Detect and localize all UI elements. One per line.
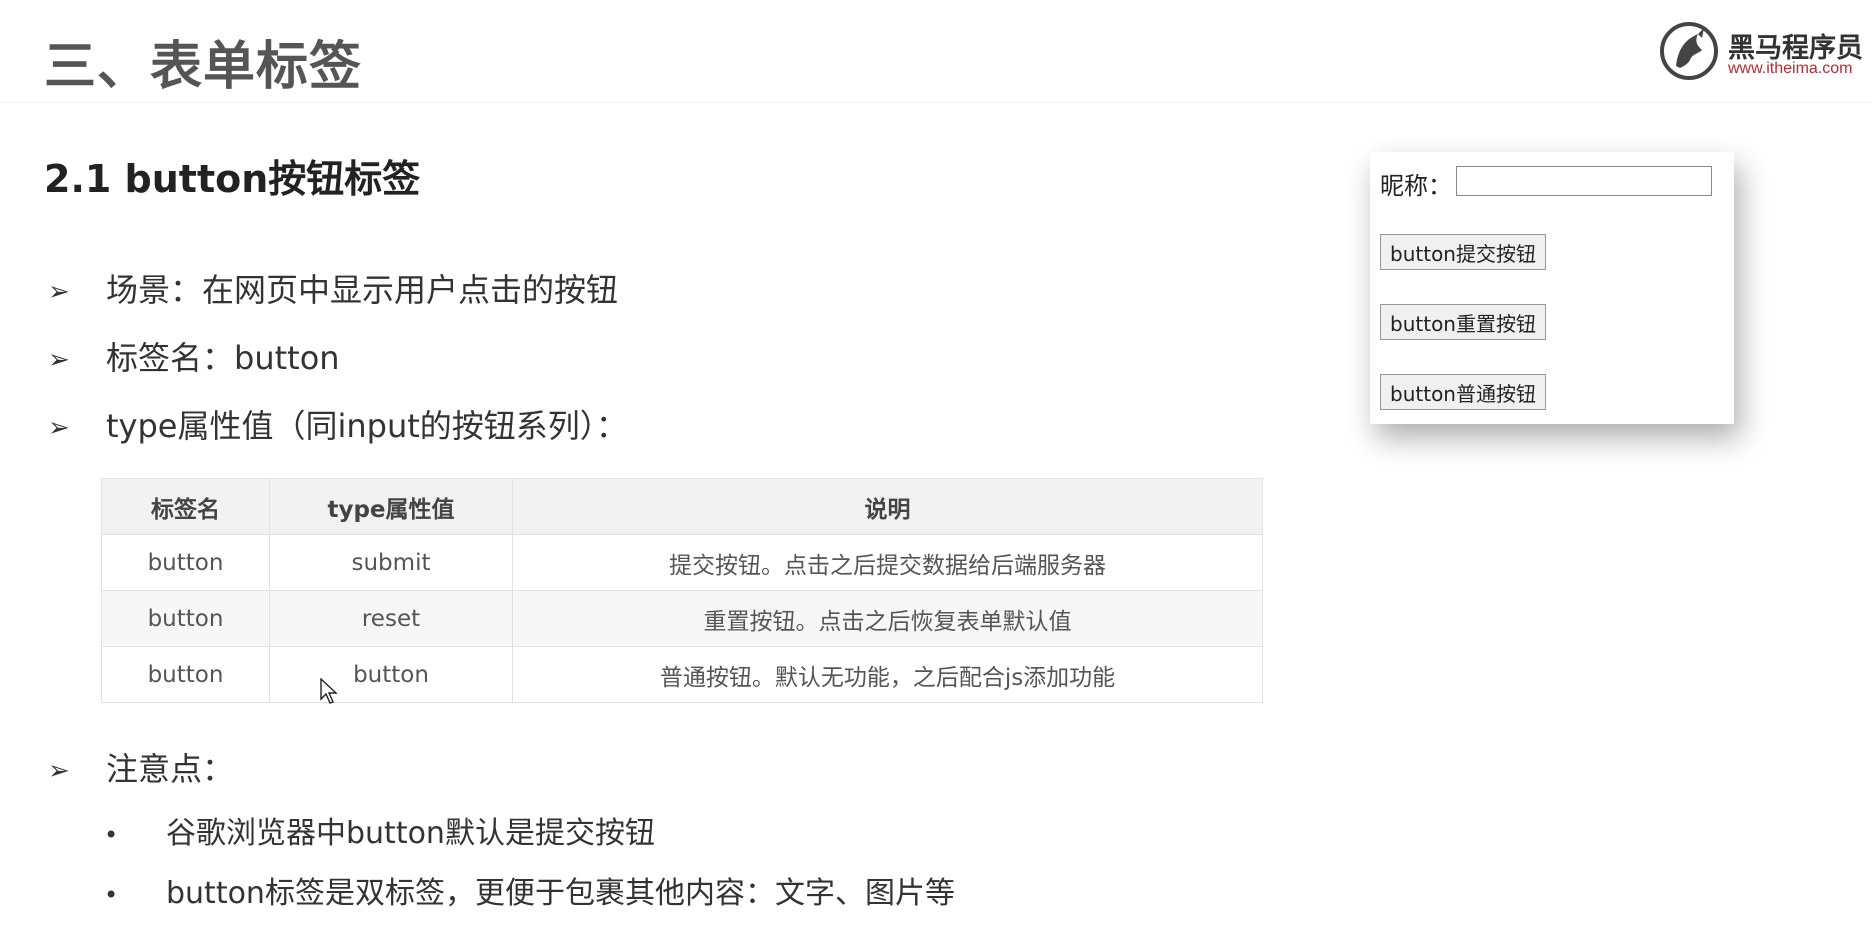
normal-button[interactable]: button普通按钮 (1380, 374, 1546, 410)
table-row: button submit 提交按钮。点击之后提交数据给后端服务器 (101, 534, 1263, 591)
bullet-item: ➢ 注意点： (48, 744, 234, 790)
page-title: 三、表单标签 (44, 37, 363, 97)
header-cell: type属性值 (269, 478, 513, 535)
logo-url: www.itheima.com (1728, 60, 1853, 77)
table-header-row: 标签名 type属性值 说明 (101, 478, 1263, 535)
header-cell: 标签名 (101, 478, 270, 535)
slide-header: 三、表单标签 黑马程序员 www.itheima.com (0, 0, 1872, 103)
bullet-item: ➢ 场景：在网页中显示用户点击的按钮 (48, 265, 618, 311)
table-cell: reset (269, 590, 513, 647)
nickname-input[interactable] (1456, 166, 1712, 196)
arrowhead-bullet-icon: ➢ (48, 413, 70, 443)
arrowhead-bullet-icon: ➢ (48, 277, 70, 307)
bullet-item: ➢ type属性值（同input的按钮系列）： (48, 401, 628, 447)
dot-bullet-icon: • (104, 821, 119, 849)
bullet-text: 标签名：button (106, 339, 340, 377)
table-row: button reset 重置按钮。点击之后恢复表单默认值 (101, 590, 1263, 647)
table-cell: 提交按钮。点击之后提交数据给后端服务器 (512, 534, 1263, 591)
reset-button[interactable]: button重置按钮 (1380, 304, 1546, 340)
bullet-item: ➢ 标签名：button (48, 333, 340, 379)
sub-bullet-item: • button标签是双标签，更便于包裹其他内容：文字、图片等 (104, 868, 955, 912)
dot-bullet-icon: • (104, 881, 119, 909)
table-cell: 普通按钮。默认无功能，之后配合js添加功能 (512, 646, 1263, 703)
submit-button[interactable]: button提交按钮 (1380, 234, 1546, 270)
sub-bullet-text: button标签是双标签，更便于包裹其他内容：文字、图片等 (166, 876, 955, 911)
table-cell: submit (269, 534, 513, 591)
brand-logo: 黑马程序员 www.itheima.com (1658, 20, 1868, 84)
mouse-cursor-icon (320, 678, 338, 704)
table-cell: button (101, 534, 270, 591)
table-cell: 重置按钮。点击之后恢复表单默认值 (512, 590, 1263, 647)
arrowhead-bullet-icon: ➢ (48, 756, 70, 786)
sub-bullet-item: • 谷歌浏览器中button默认是提交按钮 (104, 808, 655, 852)
table-cell: button (269, 646, 513, 703)
type-attribute-table: 标签名 type属性值 说明 button submit 提交按钮。点击之后提交… (101, 478, 1263, 703)
sub-bullet-text: 谷歌浏览器中button默认是提交按钮 (166, 816, 655, 851)
bullet-text: 场景：在网页中显示用户点击的按钮 (106, 271, 619, 309)
header-cell: 说明 (512, 478, 1263, 535)
table-row: button button 普通按钮。默认无功能，之后配合js添加功能 (101, 646, 1263, 703)
nickname-label: 昵称： (1380, 172, 1452, 200)
demo-form-preview: 昵称： button提交按钮 button重置按钮 button普通按钮 (1370, 152, 1734, 424)
bullet-text: type属性值（同input的按钮系列）： (106, 407, 628, 445)
section-title: 2.1 button按钮标签 (44, 157, 421, 201)
horse-logo-icon (1660, 22, 1718, 80)
notes-title: 注意点： (106, 750, 235, 788)
table-cell: button (101, 646, 270, 703)
table-cell: button (101, 590, 270, 647)
arrowhead-bullet-icon: ➢ (48, 345, 70, 375)
